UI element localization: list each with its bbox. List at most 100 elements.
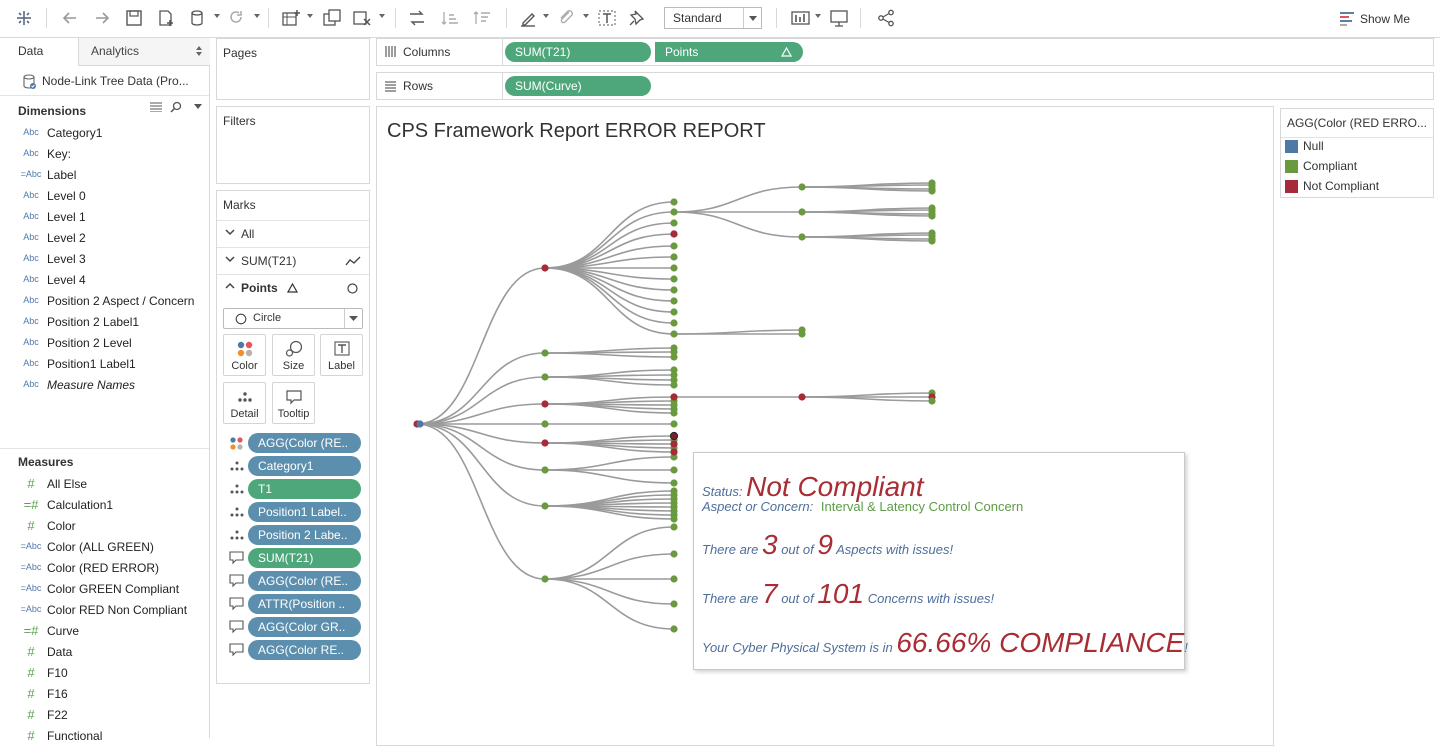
fit-select[interactable]: Standard — [664, 7, 762, 29]
tree-node[interactable] — [541, 400, 549, 408]
label-button[interactable]: Label — [320, 334, 363, 376]
tree-node[interactable] — [670, 479, 678, 487]
tree-node[interactable] — [798, 393, 806, 401]
tree-node[interactable] — [670, 353, 678, 361]
filters-card[interactable]: Filters — [216, 106, 370, 184]
tree-node[interactable] — [670, 625, 678, 633]
tree-node[interactable] — [928, 212, 936, 220]
tab-analytics[interactable]: Analytics — [79, 38, 210, 66]
tree-node[interactable] — [670, 198, 678, 206]
dimension-field[interactable]: =Abc Label — [0, 165, 209, 186]
dimension-field[interactable]: Abc Category1 — [0, 123, 209, 144]
dimension-field[interactable]: Abc Position 2 Label1 — [0, 312, 209, 333]
columns-shelf[interactable]: Columns SUM(T21) Points — [376, 38, 1434, 66]
size-button[interactable]: Size — [272, 334, 315, 376]
columns-pill-sum-t21[interactable]: SUM(T21) — [505, 42, 651, 62]
pause-updates-dropdown[interactable] — [214, 14, 220, 18]
marks-pill[interactable]: Category1 — [248, 456, 361, 476]
tree-node[interactable] — [670, 297, 678, 305]
tree-node[interactable] — [670, 600, 678, 608]
clear-sheet-icon[interactable] — [352, 8, 372, 28]
swap-rows-columns-icon[interactable] — [407, 8, 427, 28]
measure-field[interactable]: # F16 — [0, 684, 209, 705]
duplicate-sheet-icon[interactable] — [322, 8, 342, 28]
refresh-icon[interactable] — [226, 8, 246, 28]
view-list-icon[interactable] — [150, 102, 162, 112]
tree-node[interactable] — [670, 230, 678, 238]
marks-row-sum-t21[interactable]: SUM(T21) — [217, 247, 369, 274]
tooltip-icon[interactable] — [229, 643, 245, 657]
tree-node[interactable] — [541, 575, 549, 583]
rows-shelf[interactable]: Rows SUM(Curve) — [376, 72, 1434, 100]
marks-pill[interactable]: AGG(Color GR.. — [248, 617, 361, 637]
tree-node[interactable] — [798, 330, 806, 338]
highlight-dropdown[interactable] — [543, 14, 549, 18]
tree-node[interactable] — [928, 237, 936, 245]
dimension-field[interactable]: Abc Key: — [0, 144, 209, 165]
measure-field[interactable]: # F22 — [0, 705, 209, 726]
tree-node[interactable] — [541, 420, 549, 428]
tree-node[interactable] — [670, 264, 678, 272]
tree-node[interactable] — [670, 393, 678, 401]
highlight-icon[interactable] — [518, 8, 538, 28]
measure-field[interactable]: # Functional — [0, 726, 209, 747]
group-members-icon[interactable] — [556, 8, 576, 28]
pages-card[interactable]: Pages — [216, 38, 370, 100]
new-worksheet-dropdown[interactable] — [307, 14, 313, 18]
marks-row-points[interactable]: Points — [217, 274, 369, 301]
tree-node[interactable] — [670, 253, 678, 261]
measure-field[interactable]: =Abc Color RED Non Compliant — [0, 600, 209, 621]
dimension-field[interactable]: Abc Level 3 — [0, 249, 209, 270]
marks-row-all[interactable]: All — [217, 220, 369, 247]
undo-icon[interactable] — [60, 8, 80, 28]
measure-field[interactable]: =Abc Color (RED ERROR) — [0, 558, 209, 579]
color-legend[interactable]: AGG(Color (RED ERRO... Null Compliant Not … — [1280, 108, 1434, 198]
tree-node[interactable] — [541, 466, 549, 474]
save-icon[interactable] — [124, 8, 144, 28]
share-icon[interactable] — [876, 8, 896, 28]
marks-pill[interactable]: Position1 Label.. — [248, 502, 361, 522]
dimension-field[interactable]: Abc Position 2 Level — [0, 333, 209, 354]
marks-pill[interactable]: AGG(Color (RE.. — [248, 433, 361, 453]
search-icon[interactable] — [170, 101, 182, 113]
tooltip-icon[interactable] — [229, 551, 245, 565]
group-dropdown[interactable] — [583, 14, 589, 18]
tree-node[interactable] — [669, 431, 679, 441]
tree-node[interactable] — [670, 420, 678, 428]
tree-node[interactable] — [670, 515, 678, 523]
rows-pill-sum-curve[interactable]: SUM(Curve) — [505, 76, 651, 96]
color-icon[interactable] — [229, 436, 245, 450]
measure-field[interactable]: =# Calculation1 — [0, 495, 209, 516]
measure-field[interactable]: =# Curve — [0, 621, 209, 642]
tree-node[interactable] — [541, 349, 549, 357]
tree-node[interactable] — [416, 420, 424, 428]
tree-node[interactable] — [670, 575, 678, 583]
tree-node[interactable] — [670, 466, 678, 474]
marks-pill[interactable]: AGG(Color RE.. — [248, 640, 361, 660]
tree-node[interactable] — [670, 286, 678, 294]
new-worksheet-icon[interactable] — [281, 8, 301, 28]
pause-updates-icon[interactable] — [188, 8, 208, 28]
dimension-field[interactable]: Abc Level 1 — [0, 207, 209, 228]
dimension-field[interactable]: Abc Measure Names — [0, 375, 209, 396]
marks-pill[interactable]: SUM(T21) — [248, 548, 361, 568]
dimension-field[interactable]: Abc Position 2 Aspect / Concern — [0, 291, 209, 312]
tree-node[interactable] — [541, 502, 549, 510]
tree-node[interactable] — [670, 330, 678, 338]
marks-pill[interactable]: ATTR(Position .. — [248, 594, 361, 614]
show-me-button[interactable]: Show Me — [1338, 9, 1428, 29]
dimension-field[interactable]: Abc Level 2 — [0, 228, 209, 249]
tree-node[interactable] — [541, 264, 549, 272]
measure-field[interactable]: # All Else — [0, 474, 209, 495]
detail-icon[interactable] — [229, 459, 245, 473]
tree-node[interactable] — [670, 550, 678, 558]
datasource-item[interactable]: Node-Link Tree Data (Pro... — [0, 66, 209, 96]
sort-ascending-icon[interactable] — [440, 8, 460, 28]
tooltip-icon[interactable] — [229, 620, 245, 634]
clear-sheet-dropdown[interactable] — [379, 14, 385, 18]
tableau-logo-icon[interactable] — [14, 8, 34, 28]
tree-node[interactable] — [670, 219, 678, 227]
dimension-field[interactable]: Abc Level 4 — [0, 270, 209, 291]
detail-icon[interactable] — [229, 528, 245, 542]
tree-node[interactable] — [670, 242, 678, 250]
